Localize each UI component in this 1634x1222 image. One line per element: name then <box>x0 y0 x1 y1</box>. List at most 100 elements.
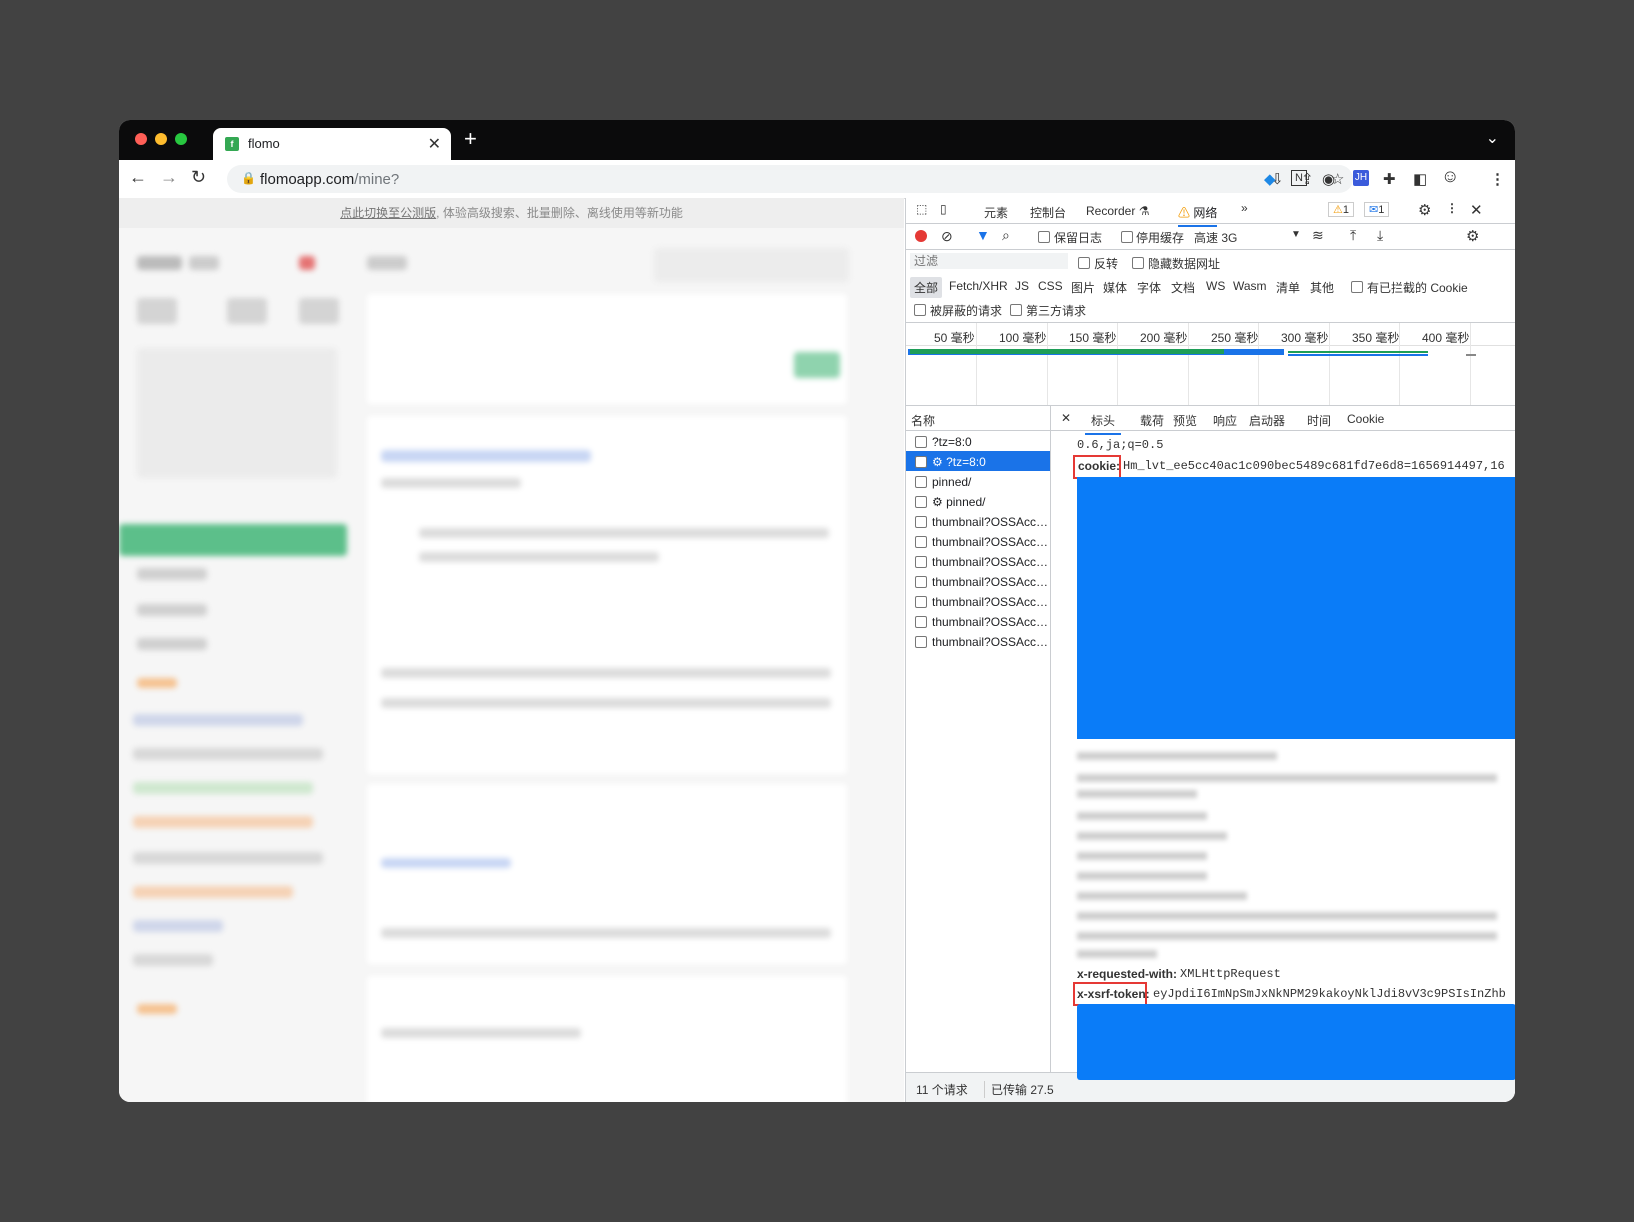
timeline-overview: 50 毫秒 100 毫秒 150 毫秒 200 毫秒 250 毫秒 300 毫秒… <box>906 323 1515 406</box>
browser-menu-icon[interactable]: ⋮ <box>1490 170 1505 188</box>
notion-extension-icon[interactable]: N <box>1291 170 1307 186</box>
type-font[interactable]: 字体 <box>1137 279 1161 296</box>
request-row-checkbox[interactable] <box>915 496 927 508</box>
minimize-window-button[interactable] <box>155 133 167 145</box>
settings-gear-icon[interactable]: ⚙ <box>1418 201 1431 219</box>
type-other[interactable]: 其他 <box>1310 279 1334 296</box>
request-row[interactable]: thumbnail?OSSAcc… <box>906 511 1050 531</box>
close-tab-icon[interactable]: ✕ <box>428 134 441 154</box>
devtools-menu-icon[interactable]: ⋮ <box>1446 201 1458 215</box>
maximize-window-button[interactable] <box>175 133 187 145</box>
request-row[interactable]: thumbnail?OSSAcc… <box>906 551 1050 571</box>
switch-to-beta-link[interactable]: 点此切换至公测版 <box>340 206 436 220</box>
request-row-checkbox[interactable] <box>915 596 927 608</box>
filter-input[interactable] <box>910 253 1068 269</box>
type-js[interactable]: JS <box>1015 279 1029 293</box>
request-row[interactable]: ⚙ ?tz=8:0 <box>906 451 1050 471</box>
type-wasm[interactable]: Wasm <box>1233 279 1267 293</box>
request-row-checkbox[interactable] <box>915 516 927 528</box>
type-manifest[interactable]: 清单 <box>1276 279 1300 296</box>
blocked-requests-checkbox[interactable] <box>914 304 926 316</box>
tab-recorder[interactable]: Recorder ⚗ <box>1086 204 1149 218</box>
record-button-icon[interactable] <box>915 230 927 242</box>
new-tab-icon[interactable]: + <box>464 126 477 152</box>
tab-flomo[interactable]: f flomo ✕ <box>213 128 451 160</box>
type-css[interactable]: CSS <box>1038 279 1063 293</box>
type-media[interactable]: 媒体 <box>1103 279 1127 296</box>
request-row[interactable]: ⚙ pinned/ <box>906 491 1050 511</box>
request-row-checkbox[interactable] <box>915 616 927 628</box>
clear-icon[interactable]: ⊘ <box>941 228 953 245</box>
tab-elements[interactable]: 元素 <box>984 204 1008 221</box>
type-img[interactable]: 图片 <box>1071 279 1095 296</box>
request-row[interactable]: ?tz=8:0 <box>906 431 1050 451</box>
invert-checkbox[interactable] <box>1078 257 1090 269</box>
lock-icon[interactable]: 🔒 <box>241 171 256 185</box>
tab-headers[interactable]: 标头 <box>1085 412 1122 435</box>
throttle-select[interactable]: 高速 3G <box>1194 229 1237 246</box>
request-row[interactable]: thumbnail?OSSAcc… <box>906 611 1050 631</box>
tab-timing[interactable]: 时间 <box>1307 412 1331 429</box>
search-icon[interactable]: ⌕ <box>1002 227 1010 244</box>
request-row[interactable]: thumbnail?OSSAcc… <box>906 531 1050 551</box>
close-devtools-icon[interactable]: ✕ <box>1470 201 1483 219</box>
import-har-icon[interactable]: ⤒ <box>1350 227 1356 244</box>
warnings-badge[interactable]: ⚠1 <box>1328 202 1354 217</box>
third-party-checkbox[interactable] <box>1010 304 1022 316</box>
type-ws[interactable]: WS <box>1206 279 1225 293</box>
tab-payload[interactable]: 载荷 <box>1140 412 1164 429</box>
forward-arrow-icon[interactable]: → <box>160 167 178 188</box>
type-all[interactable]: 全部 <box>910 277 943 298</box>
request-row[interactable]: thumbnail?OSSAcc… <box>906 571 1050 591</box>
request-row[interactable]: thumbnail?OSSAcc… <box>906 631 1050 651</box>
inspect-element-icon[interactable]: ⬚ <box>916 202 927 216</box>
back-arrow-icon[interactable]: ← <box>129 167 147 188</box>
close-detail-icon[interactable]: ✕ <box>1061 411 1071 425</box>
export-har-icon[interactable]: ⤓ <box>1377 227 1383 244</box>
close-window-button[interactable] <box>135 133 147 145</box>
filter-funnel-icon[interactable]: ▼ <box>976 227 990 243</box>
network-settings-gear-icon[interactable]: ⚙ <box>1466 227 1479 245</box>
blocked-cookies-label: 有已拦截的 Cookie <box>1367 281 1468 295</box>
name-column-header[interactable]: 名称 <box>911 412 935 429</box>
preserve-log-checkbox[interactable] <box>1038 231 1050 243</box>
blurred-line <box>1077 832 1227 840</box>
owl-extension-icon[interactable]: ◉ <box>1322 170 1335 188</box>
side-panel-icon[interactable]: ◧ <box>1413 170 1427 188</box>
blocked-cookies-checkbox[interactable] <box>1351 281 1363 293</box>
profile-avatar-icon[interactable]: ☺ <box>1441 166 1459 187</box>
hide-data-urls-checkbox[interactable] <box>1132 257 1144 269</box>
network-conditions-icon[interactable]: ≋ <box>1312 227 1324 244</box>
type-fetch-xhr[interactable]: Fetch/XHR <box>949 279 1008 293</box>
disable-cache-checkbox[interactable] <box>1121 231 1133 243</box>
more-tabs-icon[interactable]: » <box>1241 201 1248 215</box>
jh-extension-icon[interactable]: JH <box>1353 170 1369 186</box>
tab-search-chevron-icon[interactable]: ⌄ <box>1486 128 1499 148</box>
tab-console[interactable]: 控制台 <box>1030 204 1066 221</box>
blurred-block <box>137 568 207 580</box>
request-row-checkbox[interactable] <box>915 536 927 548</box>
blurred-block <box>381 928 831 938</box>
request-row-checkbox[interactable] <box>915 436 927 448</box>
type-doc[interactable]: 文档 <box>1171 279 1195 296</box>
request-row-checkbox[interactable] <box>915 556 927 568</box>
address-bar[interactable]: 🔒 flomoapp.com/mine? ⇩ ⇪ ☆ <box>227 165 1353 193</box>
device-toolbar-icon[interactable]: ▯ <box>940 202 947 216</box>
tab-initiator[interactable]: 启动器 <box>1249 412 1285 429</box>
request-row-checkbox[interactable] <box>915 636 927 648</box>
tab-preview[interactable]: 预览 <box>1173 412 1197 429</box>
reload-icon[interactable]: ↻ <box>191 167 206 188</box>
throttle-dropdown-icon[interactable]: ▼ <box>1291 229 1301 240</box>
request-row[interactable]: thumbnail?OSSAcc… <box>906 591 1050 611</box>
tab-cookies[interactable]: Cookie <box>1347 412 1384 426</box>
x-requested-with-name: x-requested-with: <box>1077 967 1178 981</box>
tab-response[interactable]: 响应 <box>1213 412 1237 429</box>
request-row-checkbox[interactable] <box>915 456 927 468</box>
messages-badge[interactable]: ✉1 <box>1364 202 1390 217</box>
blurred-line <box>1077 852 1207 860</box>
request-row[interactable]: pinned/ <box>906 471 1050 491</box>
request-row-checkbox[interactable] <box>915 476 927 488</box>
request-row-checkbox[interactable] <box>915 576 927 588</box>
extension-gem-icon[interactable]: ◆ <box>1264 170 1276 188</box>
puzzle-extensions-icon[interactable]: ✚ <box>1383 170 1396 188</box>
